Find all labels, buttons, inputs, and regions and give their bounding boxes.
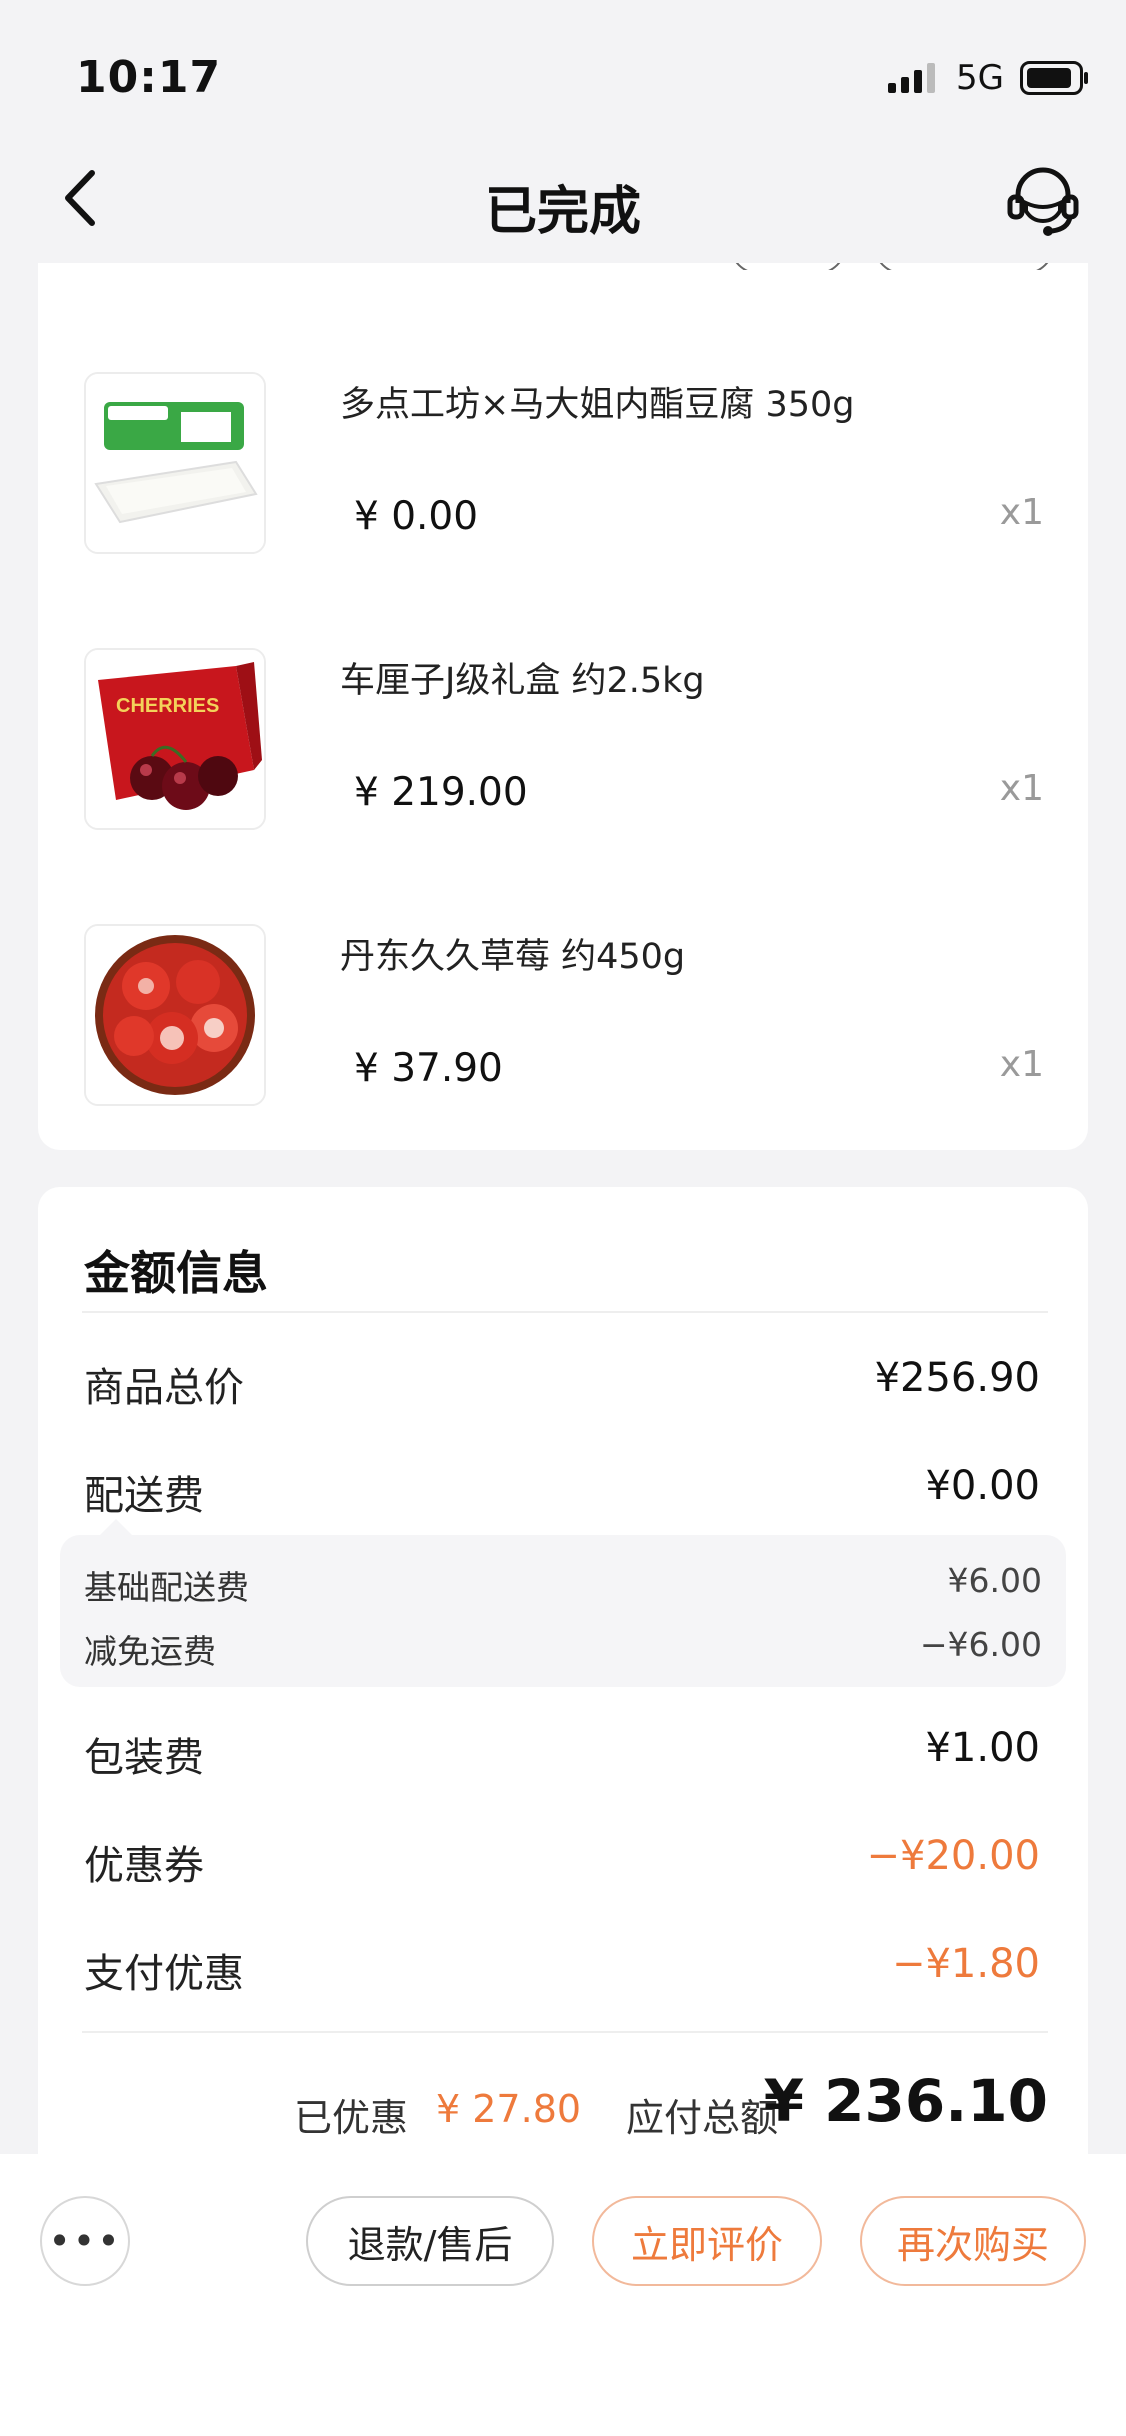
- product-price: ¥ 37.90: [354, 1046, 503, 1091]
- order-item[interactable]: CHERRIES 车厘子J级礼盒 约2.5kg ¥ 219.00 x1: [84, 648, 1044, 830]
- delivery-discount-row: 减免运费 −¥6.00: [84, 1625, 1042, 1671]
- saved-value: ¥ 27.80: [436, 2087, 582, 2131]
- total-value: ¥ 236.10: [763, 2067, 1048, 2135]
- amount-row-delivery[interactable]: 配送费 ¥0.00: [84, 1463, 1040, 1523]
- product-quantity: x1: [999, 768, 1044, 809]
- amount-row-coupon: 优惠券 −¥20.00: [84, 1833, 1040, 1889]
- product-image-tofu: [84, 372, 266, 554]
- order-item[interactable]: 丹东久久草莓 约450g ¥ 37.90 x1: [84, 924, 1044, 1106]
- product-price: ¥ 219.00: [354, 770, 528, 815]
- bottom-action-bar: ••• 退款/售后 立即评价 再次购买: [0, 2154, 1126, 2436]
- product-quantity: x1: [999, 492, 1044, 533]
- network-type: 5G: [956, 58, 1004, 98]
- status-time: 10:17: [76, 52, 222, 103]
- battery-icon: [1020, 61, 1088, 95]
- divider: [82, 2031, 1048, 2033]
- amount-row-payment-discount: 支付优惠 −¥1.80: [84, 1941, 1040, 1997]
- product-price: ¥ 0.00: [354, 494, 479, 539]
- delivery-fee-details: 基础配送费 ¥6.00 减免运费 −¥6.00: [60, 1519, 1066, 1687]
- amount-section-title: 金额信息: [84, 1246, 268, 1300]
- product-image-strawberries: [84, 924, 266, 1106]
- status-bar: 10:17 5G: [0, 0, 1126, 135]
- order-total-line: 已优惠 ¥ 27.80 应付总额 ¥ 236.10: [38, 2067, 1048, 2147]
- product-name: 丹东久久草莓 约450g: [340, 937, 686, 977]
- review-now-button[interactable]: 立即评价: [592, 2196, 822, 2286]
- refund-aftersale-button[interactable]: 退款/售后: [306, 2196, 554, 2286]
- amount-row-subtotal: 商品总价 ¥256.90: [84, 1355, 1040, 1411]
- saved-label: 已优惠: [294, 2096, 409, 2140]
- more-options-button[interactable]: •••: [40, 2196, 130, 2286]
- divider: [82, 1311, 1048, 1313]
- delivery-base-fee-row: 基础配送费 ¥6.00: [84, 1561, 1042, 1607]
- amount-row-packaging: 包装费 ¥1.00: [84, 1725, 1040, 1781]
- order-item[interactable]: 多点工坊×马大姐内酯豆腐 350g ¥ 0.00 x1: [84, 372, 1044, 554]
- buy-again-button[interactable]: 再次购买: [860, 2196, 1086, 2286]
- signal-icon: [888, 63, 936, 93]
- product-name: 车厘子J级礼盒 约2.5kg: [340, 661, 705, 701]
- customer-service-icon[interactable]: [1004, 161, 1082, 239]
- product-name: 多点工坊×马大姐内酯豆腐 350g: [340, 385, 855, 425]
- page-title: 已完成: [484, 182, 641, 242]
- product-image-cherries: CHERRIES: [84, 648, 266, 830]
- order-items-card: 多点工坊×马大姐内酯豆腐 350g ¥ 0.00 x1 CHERRIES 车厘子…: [38, 240, 1088, 1150]
- product-quantity: x1: [999, 1044, 1044, 1085]
- cherries-box-text: CHERRIES: [116, 695, 219, 717]
- total-label: 应付总额: [626, 2096, 779, 2140]
- nav-bar: 已完成: [0, 135, 1126, 263]
